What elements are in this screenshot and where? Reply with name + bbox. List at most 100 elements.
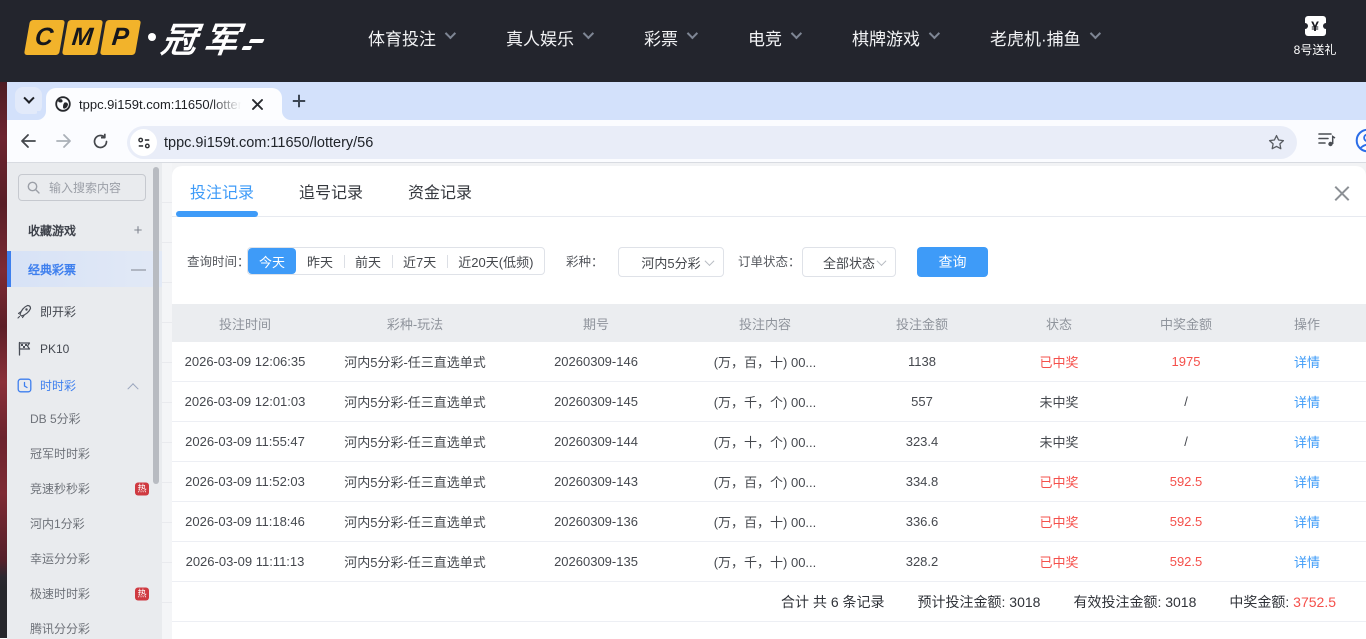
tab-chase-records[interactable]: 追号记录 [299, 166, 363, 217]
nav-item-slots-fishing[interactable]: 老虎机·捕鱼 [990, 25, 1098, 50]
back-arrow-icon [19, 132, 37, 150]
site-settings-icon [137, 136, 151, 150]
collapse-icon[interactable]: — [131, 261, 145, 278]
col-header-action: 操作 [1248, 304, 1366, 342]
rocket-icon [17, 304, 32, 319]
media-controls-button[interactable] [1317, 129, 1337, 149]
summary-prize: 中奖金额: 3752.5 [1229, 592, 1336, 612]
query-button[interactable]: 查询 [917, 247, 988, 277]
sidebar-subitem-db5[interactable]: DB 5分彩 [7, 401, 162, 436]
detail-link[interactable]: 详情 [1248, 502, 1366, 541]
cell-issue: 20260309-146 [512, 342, 680, 381]
cell-amount: 1138 [850, 342, 994, 381]
cell-issue: 20260309-136 [512, 502, 680, 541]
nav-item-live-casino[interactable]: 真人娱乐 [506, 25, 591, 50]
time-option-yesterday[interactable]: 昨天 [296, 248, 344, 274]
sidebar-scrollbar-thumb[interactable] [153, 167, 159, 484]
sidebar-subitem-tencent-ffc[interactable]: 腾讯分分彩 [7, 611, 162, 639]
nav-item-board-games[interactable]: 棋牌游戏 [852, 25, 937, 50]
sidebar-subitem-lucky-ffc[interactable]: 幸运分分彩 [7, 541, 162, 576]
sidebar-subitem-champion-ssc[interactable]: 冠军时时彩 [7, 436, 162, 471]
cell-content: (万，十，个) 00... [680, 422, 850, 461]
status-select-value: 全部状态 [823, 253, 875, 272]
detail-link[interactable]: 详情 [1248, 542, 1366, 581]
site-top-bar: C M P 冠军 体育投注 真人娱乐 彩票 电竞 棋牌游戏 老虎机·捕鱼 ¥ 8… [0, 0, 1366, 82]
detail-link[interactable]: 详情 [1248, 422, 1366, 461]
subitem-label: 冠军时时彩 [30, 445, 90, 462]
col-header-issue: 期号 [512, 304, 680, 342]
yuan-symbol: ¥ [1311, 18, 1319, 34]
nav-item-esports[interactable]: 电竞 [748, 25, 799, 50]
cell-issue: 20260309-144 [512, 422, 680, 461]
gift-promo-button[interactable]: ¥ 8号送礼 [1286, 16, 1344, 58]
tab-betting-records[interactable]: 投注记录 [190, 166, 254, 217]
nav-item-label: 电竞 [748, 25, 782, 50]
cell-status: 已中奖 [994, 502, 1124, 541]
col-header-prize: 中奖金额 [1124, 304, 1248, 342]
cell-content: (万，百，十) 00... [680, 502, 850, 541]
site-nav-menu: 体育投注 真人娱乐 彩票 电竞 棋牌游戏 老虎机·捕鱼 [368, 0, 1098, 74]
sidebar-item-pk10[interactable]: PK10 [7, 330, 162, 367]
tab-fund-records[interactable]: 资金记录 [408, 166, 472, 217]
col-header-content: 投注内容 [680, 304, 850, 342]
sidebar-subitem-speed-ssc[interactable]: 极速时时彩热 [7, 576, 162, 611]
nav-item-sports[interactable]: 体育投注 [368, 25, 453, 50]
cell-time: 2026-03-09 11:18:46 [172, 502, 318, 541]
records-table: 投注时间 彩种-玩法 期号 投注内容 投注金额 状态 中奖金额 操作 2026-… [172, 304, 1366, 582]
chevron-down-icon [791, 28, 802, 39]
forward-button[interactable] [50, 127, 78, 155]
sidebar-item-instant-lottery[interactable]: 即开彩 [7, 293, 162, 330]
time-option-7days[interactable]: 近7天 [392, 248, 447, 274]
detail-link[interactable]: 详情 [1248, 382, 1366, 421]
url-text[interactable]: tppc.9i159t.com:11650/lottery/56 [164, 135, 1268, 151]
sidebar-subitem-speed-miaomiao[interactable]: 竞速秒秒彩热 [7, 471, 162, 506]
expand-icon[interactable]: + [131, 222, 145, 239]
sidebar-item-ssc[interactable]: 时时彩 [7, 367, 162, 404]
sidebar-section-favorites[interactable]: 收藏游戏 + [7, 211, 162, 249]
time-option-day-before[interactable]: 前天 [344, 248, 392, 274]
cell-game: 河内5分彩-任三直选单式 [318, 542, 512, 581]
tab-label: 投注记录 [190, 179, 254, 203]
chevron-down-icon [877, 256, 887, 266]
new-tab-button[interactable] [287, 89, 311, 113]
sidebar-search-input[interactable]: 输入搜索内容 [18, 174, 146, 201]
tab-close-button[interactable] [248, 95, 266, 113]
cell-issue: 20260309-145 [512, 382, 680, 421]
summary-prize-value: 3752.5 [1293, 594, 1336, 610]
chevron-up-icon [127, 383, 138, 394]
time-option-today[interactable]: 今天 [248, 248, 296, 274]
chevron-down-icon [1089, 28, 1100, 39]
order-status-select[interactable]: 全部状态 [802, 247, 896, 277]
modal-close-button[interactable] [1334, 184, 1349, 199]
bookmark-star-icon[interactable] [1268, 134, 1285, 151]
browser-tab[interactable]: tppc.9i159t.com:11650/lotter [46, 88, 282, 120]
detail-link[interactable]: 详情 [1248, 462, 1366, 501]
subitem-label: 极速时时彩 [30, 585, 90, 602]
cell-status: 已中奖 [994, 462, 1124, 501]
cell-content: (万，百，十) 00... [680, 342, 850, 381]
site-info-chip[interactable] [130, 129, 157, 156]
sidebar-section-classic-lottery[interactable]: 经典彩票 — [7, 251, 162, 287]
logo-letter-boxes: C M P [24, 20, 141, 55]
nav-item-lottery[interactable]: 彩票 [644, 25, 695, 50]
reload-icon [92, 133, 109, 150]
detail-link[interactable]: 详情 [1248, 342, 1366, 381]
table-row: 2026-03-09 11:18:46 河内5分彩-任三直选单式 2026030… [172, 502, 1366, 542]
chevron-down-icon [445, 28, 456, 39]
reload-button[interactable] [86, 127, 114, 155]
browser-profile-avatar[interactable] [1355, 128, 1366, 153]
close-icon [252, 99, 263, 110]
table-row: 2026-03-09 12:06:35 河内5分彩-任三直选单式 2026030… [172, 342, 1366, 382]
cell-prize: 592.5 [1124, 462, 1248, 501]
table-header-row: 投注时间 彩种-玩法 期号 投注内容 投注金额 状态 中奖金额 操作 [172, 304, 1366, 342]
nav-item-label: 老虎机·捕鱼 [990, 25, 1081, 50]
back-button[interactable] [14, 127, 42, 155]
time-option-20days[interactable]: 近20天(低频) [447, 248, 544, 274]
cell-prize: / [1124, 422, 1248, 461]
site-logo[interactable]: C M P 冠军 [27, 17, 262, 57]
sidebar-subitem-hanoi-1min[interactable]: 河内1分彩 [7, 506, 162, 541]
address-bar[interactable]: tppc.9i159t.com:11650/lottery/56 [127, 126, 1297, 159]
nav-item-label: 体育投注 [368, 25, 436, 50]
tab-search-button[interactable] [15, 87, 42, 114]
lottery-select[interactable]: 河内5分彩 [618, 247, 724, 277]
